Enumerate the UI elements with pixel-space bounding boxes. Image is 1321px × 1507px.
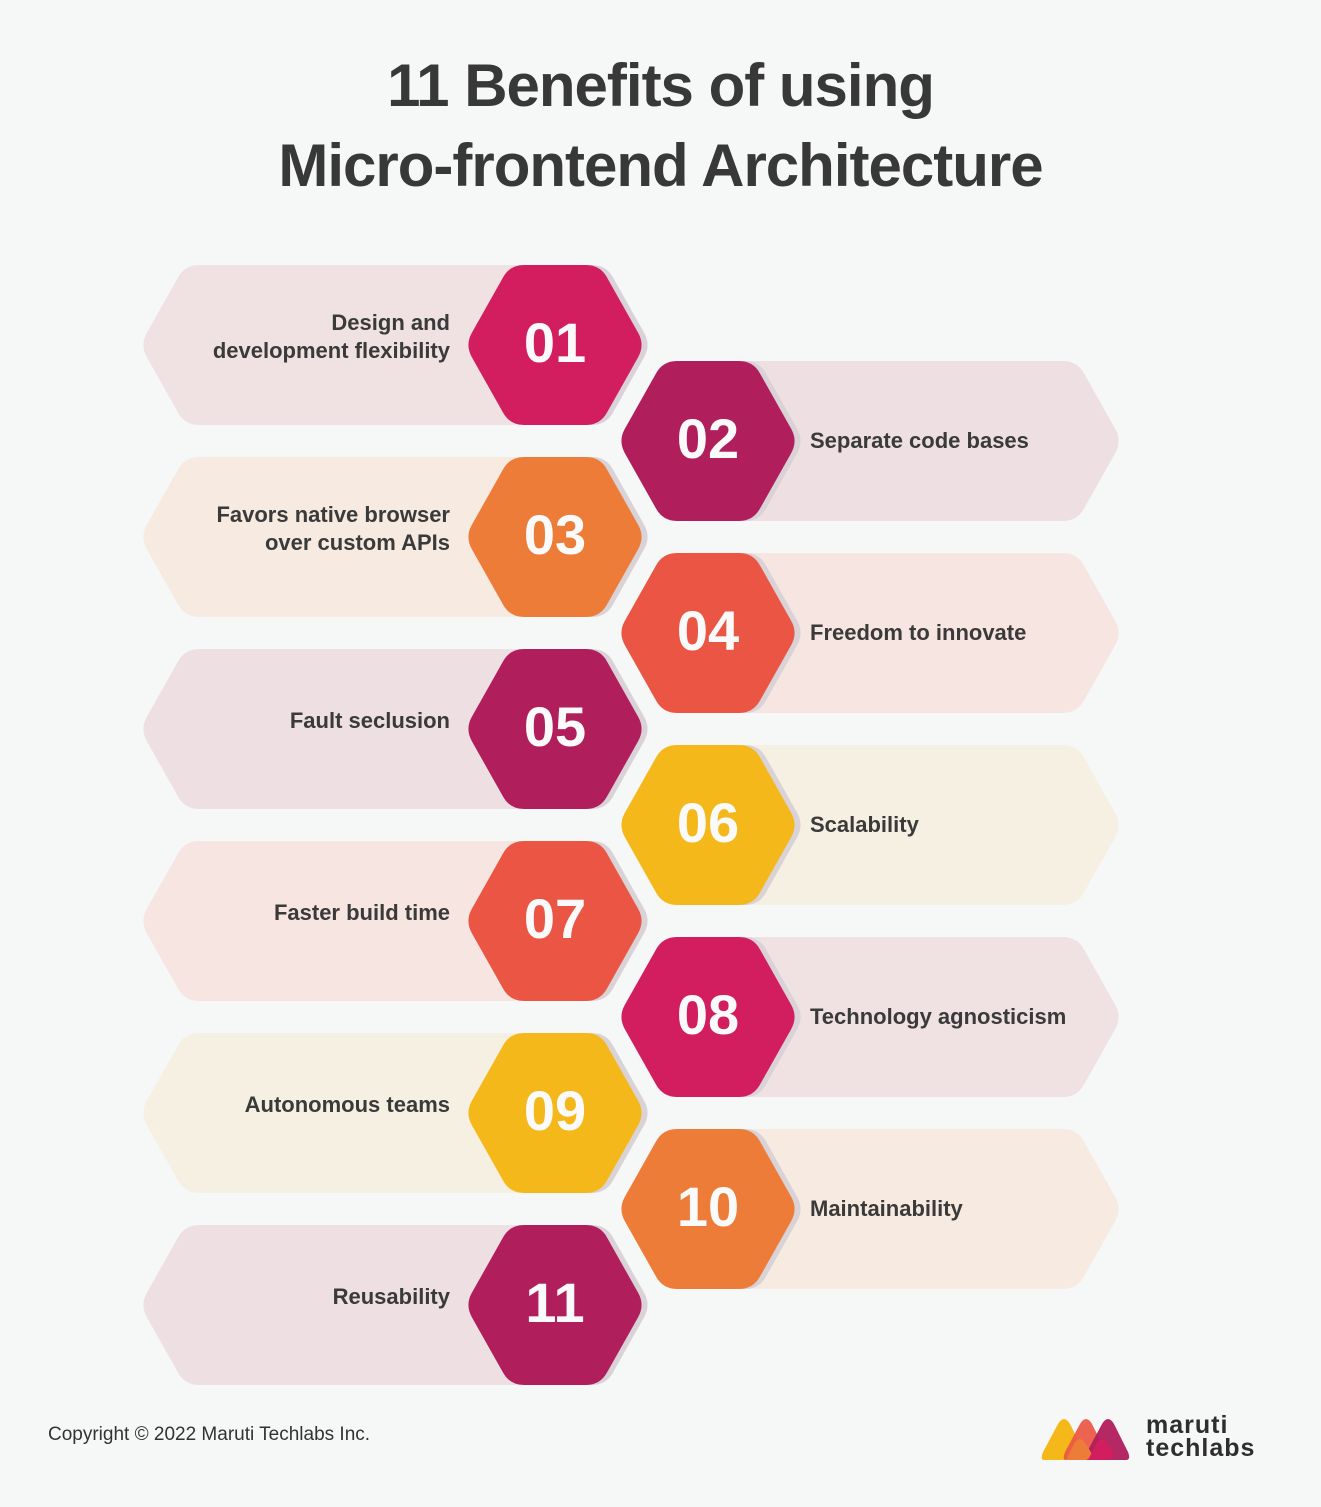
- benefit-label-line: Technology agnosticism: [810, 1004, 1067, 1029]
- benefit-label-06: Scalability: [810, 811, 919, 839]
- benefit-label-10: Maintainability: [810, 1195, 963, 1223]
- benefit-label-line: Scalability: [810, 812, 919, 837]
- benefit-label-line: Autonomous teams: [244, 1092, 450, 1117]
- logo-text-line-2: techlabs: [1146, 1434, 1256, 1462]
- benefit-number-11: 11: [525, 1271, 585, 1334]
- benefit-number-02: 02: [676, 407, 740, 470]
- benefit-label-line: Faster build time: [273, 900, 450, 925]
- benefit-number-04: 04: [676, 599, 740, 662]
- benefit-number-08: 08: [676, 983, 740, 1046]
- benefit-label-line: Freedom to innovate: [810, 620, 1027, 645]
- benefit-label-11: Reusability: [333, 1283, 450, 1311]
- benefit-number-05: 05: [523, 695, 587, 758]
- benefit-label-line: Design and: [331, 310, 450, 335]
- benefit-label-09: Autonomous teams: [245, 1091, 450, 1119]
- benefit-label-line: Maintainability: [810, 1196, 963, 1221]
- benefit-label-07: Faster build time: [274, 899, 450, 927]
- benefit-number-01: 01: [523, 311, 587, 374]
- benefit-label-line: Reusability: [332, 1284, 450, 1309]
- benefit-label-03: Favors native browser over custom APIs: [216, 501, 450, 557]
- benefit-number-10: 10: [676, 1175, 740, 1238]
- maruti-logo-icon: [1041, 1419, 1130, 1460]
- logo-text: maruti techlabs: [1146, 1413, 1256, 1462]
- benefit-number-07: 07: [523, 887, 587, 950]
- benefit-label-04: Freedom to innovate: [810, 619, 1026, 647]
- benefit-number-06: 06: [676, 791, 740, 854]
- benefit-label-line: development flexibility: [212, 338, 450, 363]
- benefit-label-05: Fault seclusion: [290, 707, 450, 735]
- benefit-number-03: 03: [523, 503, 587, 566]
- benefit-label-02: Separate code bases: [810, 427, 1029, 455]
- benefit-label-08: Technology agnosticism: [810, 1003, 1066, 1031]
- benefit-label-line: Favors native browser: [216, 502, 450, 527]
- copyright-text: Copyright © 2022 Maruti Techlabs Inc.: [48, 1424, 371, 1445]
- benefits-diagram: [143, 265, 1119, 1385]
- benefit-number-09: 09: [523, 1079, 587, 1142]
- benefit-label-01: Design and development flexibility: [213, 309, 450, 365]
- benefit-label-line: over custom APIs: [264, 530, 450, 555]
- benefit-label-line: Fault seclusion: [289, 708, 450, 733]
- benefit-label-line: Separate code bases: [810, 428, 1029, 453]
